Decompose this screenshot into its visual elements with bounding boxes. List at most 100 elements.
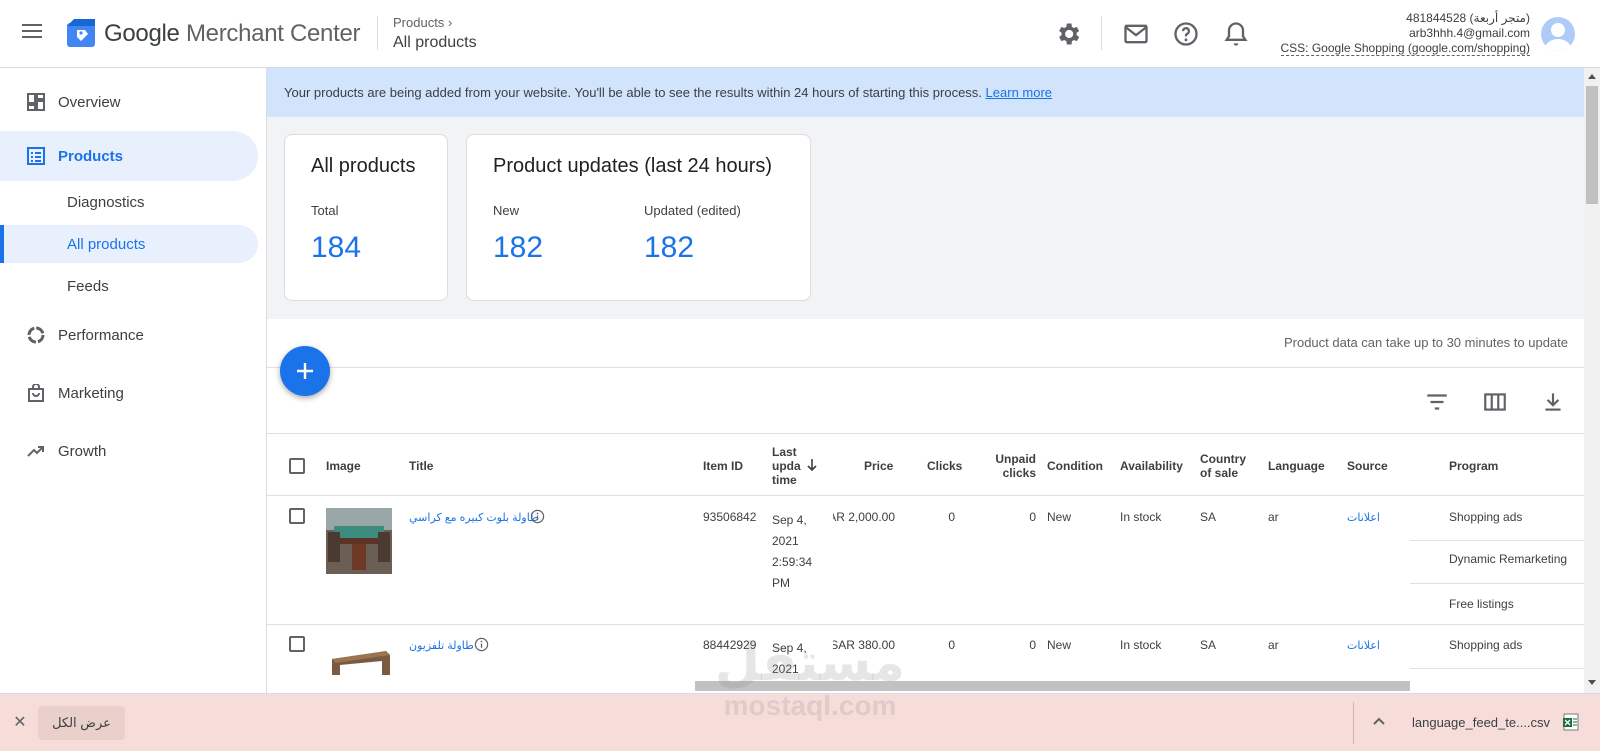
banner-text: Your products are being added from your … xyxy=(284,85,982,100)
column-header-source[interactable]: Source xyxy=(1347,459,1388,473)
toolbar-divider xyxy=(1101,16,1102,50)
avatar[interactable] xyxy=(1541,17,1575,51)
account-name: 481844528 (متجر أربعة) xyxy=(1406,11,1530,25)
learn-more-link[interactable]: Learn more xyxy=(986,85,1052,100)
language: ar xyxy=(1268,638,1279,652)
column-header-title[interactable]: Title xyxy=(409,459,433,473)
sidebar: Overview Products Diagnostics All produc… xyxy=(0,68,267,693)
notifications-icon[interactable] xyxy=(1222,20,1250,48)
unpaid-clicks: 0 xyxy=(1029,638,1036,652)
sidebar-item-label: Performance xyxy=(58,326,144,344)
horizontal-scrollbar-thumb[interactable] xyxy=(695,681,1410,691)
csv-file-icon xyxy=(1563,713,1579,731)
sidebar-subitem-feeds[interactable]: Feeds xyxy=(0,267,258,305)
program-divider xyxy=(1410,583,1584,584)
product-title-link[interactable]: طاولة بلوت كبيره مع كراسي xyxy=(409,511,539,524)
sidebar-item-marketing[interactable]: Marketing xyxy=(0,368,258,418)
sidebar-item-overview[interactable]: Overview xyxy=(0,77,258,127)
account-info[interactable]: 481844528 (متجر أربعة) arb3hhh.4@gmail.c… xyxy=(1280,11,1530,56)
vertical-scrollbar[interactable] xyxy=(1584,68,1600,693)
help-icon[interactable] xyxy=(1172,20,1200,48)
header-row-border xyxy=(267,495,1584,496)
row-checkbox[interactable] xyxy=(289,636,305,652)
language: ar xyxy=(1268,510,1279,524)
info-icon[interactable] xyxy=(530,509,545,524)
download-bar: ✕ عرض الكل language_feed_te....csv xyxy=(0,693,1600,751)
program-free-listings: Free listings xyxy=(1449,597,1514,611)
sidebar-item-label: Growth xyxy=(58,442,107,460)
column-header-availability[interactable]: Availability xyxy=(1120,459,1183,473)
arrow-down-icon[interactable] xyxy=(805,457,819,473)
row-checkbox[interactable] xyxy=(289,508,305,524)
scrollbar-thumb[interactable] xyxy=(1586,86,1598,204)
chevron-right-icon: › xyxy=(447,15,453,30)
info-icon[interactable] xyxy=(474,637,489,652)
all-products-card: All products Total 184 xyxy=(284,134,448,301)
sidebar-subitem-diagnostics[interactable]: Diagnostics xyxy=(0,183,258,221)
source-link[interactable]: اعلانات xyxy=(1347,639,1380,652)
card-title: Product updates (last 24 hours) xyxy=(493,155,773,177)
stat-new[interactable]: 182 xyxy=(493,231,543,265)
program-shopping-ads: Shopping ads xyxy=(1449,638,1523,652)
add-product-button[interactable] xyxy=(280,346,330,396)
stat-total[interactable]: 184 xyxy=(311,231,361,265)
condition: New xyxy=(1047,510,1072,524)
divider xyxy=(267,367,1584,368)
header-divider xyxy=(377,16,378,50)
sidebar-item-growth[interactable]: Growth xyxy=(0,426,258,476)
program-divider xyxy=(1410,668,1584,669)
sidebar-subitem-all-products[interactable]: All products xyxy=(0,225,258,263)
scroll-down-arrow-icon[interactable] xyxy=(1588,680,1596,685)
program-divider xyxy=(1410,540,1584,541)
product-image[interactable] xyxy=(326,637,392,675)
account-email: arb3hhh.4@gmail.com xyxy=(1409,26,1530,40)
user-avatar-icon xyxy=(1544,23,1572,51)
top-app-bar: Google Merchant Center Products › All pr… xyxy=(0,0,1600,68)
update-note: Product data can take up to 30 minutes t… xyxy=(1283,335,1568,350)
product-image[interactable] xyxy=(326,508,392,574)
last-update-time: Sep 4, 2021 2:59:34 PM xyxy=(772,513,813,590)
item-id: 88442929 xyxy=(703,638,757,652)
product-title-link[interactable]: طاولة تلفزيون xyxy=(409,639,474,652)
column-header-last-update[interactable]: Last upda time xyxy=(772,445,801,487)
breadcrumb-parent[interactable]: Products › xyxy=(393,15,452,30)
mail-icon[interactable] xyxy=(1122,20,1150,48)
item-id: 93506842 xyxy=(703,510,757,524)
download-icon[interactable] xyxy=(1540,389,1566,415)
stat-label: New xyxy=(493,203,520,218)
last-update-time: Sep 4, 2021 xyxy=(772,641,807,676)
close-icon[interactable]: ✕ xyxy=(10,713,30,733)
column-header-unpaid-clicks[interactable]: Unpaid clicks xyxy=(990,452,1036,480)
product-updates-card: Product updates (last 24 hours) New 182 … xyxy=(466,134,811,301)
menu-icon[interactable] xyxy=(20,20,48,48)
price: SAR 2,000.00 xyxy=(833,510,895,524)
column-header-clicks[interactable]: Clicks xyxy=(927,459,962,473)
merchant-center-logo xyxy=(67,19,95,47)
stat-updated[interactable]: 182 xyxy=(644,231,694,265)
scroll-up-arrow-icon[interactable] xyxy=(1588,74,1596,79)
downloaded-file-name[interactable]: language_feed_te....csv xyxy=(1412,715,1550,730)
stat-label: Total xyxy=(311,203,339,218)
column-header-condition[interactable]: Condition xyxy=(1047,459,1103,473)
account-css[interactable]: CSS: Google Shopping (google.com/shoppin… xyxy=(1280,41,1530,56)
column-header-language[interactable]: Language xyxy=(1268,459,1325,473)
filter-icon[interactable] xyxy=(1424,389,1450,415)
main-content: Your products are being added from your … xyxy=(267,68,1584,693)
sidebar-item-label: Marketing xyxy=(58,384,124,402)
column-header-item-id[interactable]: Item ID xyxy=(703,459,743,473)
column-header-country[interactable]: Country of sale xyxy=(1200,452,1246,480)
column-header-price[interactable]: Price xyxy=(864,459,893,473)
clicks: 0 xyxy=(948,510,955,524)
settings-icon[interactable] xyxy=(1054,20,1082,48)
program-dynamic-remarketing: Dynamic Remarketing xyxy=(1449,552,1568,566)
sidebar-item-products[interactable]: Products xyxy=(0,131,258,181)
show-all-button[interactable]: عرض الكل xyxy=(38,706,125,740)
card-title: All products xyxy=(311,155,416,177)
columns-icon[interactable] xyxy=(1482,389,1508,415)
brand-title[interactable]: Google Merchant Center xyxy=(104,20,361,48)
select-all-checkbox[interactable] xyxy=(289,458,305,474)
page-title: All products xyxy=(393,34,477,51)
source-link[interactable]: اعلانات xyxy=(1347,511,1380,524)
sidebar-item-performance[interactable]: Performance xyxy=(0,310,258,360)
chevron-up-icon[interactable] xyxy=(1369,711,1389,731)
